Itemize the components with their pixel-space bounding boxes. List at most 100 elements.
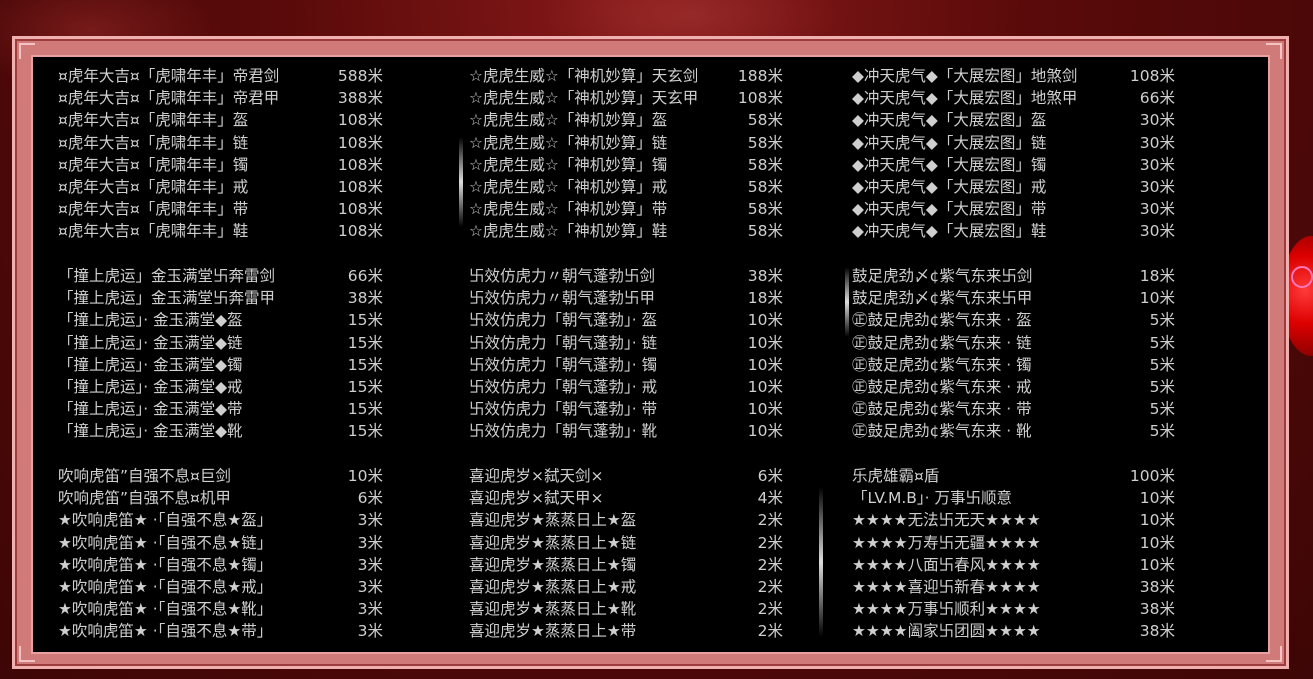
item-price: 30米 [1139, 222, 1175, 241]
item-name: ¤虎年大吉¤「虎啸年丰」盔 [58, 111, 249, 130]
item-name: ☆虎虎生威☆「神机妙算」盔 [469, 111, 668, 130]
item-name: ¤虎年大吉¤「虎啸年丰」帝君甲 [58, 89, 280, 108]
item-price: 2米 [757, 577, 783, 596]
price-row: ¤虎年大吉¤「虎啸年丰」带 108米 [58, 198, 383, 220]
column-divider [819, 487, 823, 637]
item-price: 15米 [347, 377, 383, 396]
item-price: 10米 [347, 467, 383, 485]
item-name: ★吹响虎笛★ ·「自强不息★带」 [58, 622, 273, 641]
item-price: 18米 [1139, 267, 1175, 285]
price-row: ★吹响虎笛★ ·「自强不息★镯」 3米 [58, 554, 383, 576]
item-price: 15米 [347, 333, 383, 352]
price-row: ㊣鼓足虎劲¢紫气东来 · 盔 5米 [852, 309, 1175, 331]
item-name: 卐效仿虎力「朝气蓬勃」· 带 [469, 400, 658, 419]
item-price: 38米 [1139, 622, 1175, 641]
price-row: 喜迎虎岁×弑天剑× 6米 [469, 465, 783, 487]
price-row: ◆冲天虎气◆「大展宏图」盔 30米 [852, 109, 1175, 131]
price-row: ★★★★喜迎卐新春★★★★ 38米 [852, 576, 1175, 598]
item-name: 卐效仿虎力「朝气蓬勃」· 靴 [469, 422, 658, 441]
item-price: 10米 [1139, 489, 1175, 508]
price-row: 「撞上虎运」· 金玉满堂◆链 15米 [58, 332, 383, 354]
price-row: ¤虎年大吉¤「虎啸年丰」帝君甲 388米 [58, 87, 383, 109]
item-price: 3米 [357, 555, 383, 574]
price-section: 乐虎雄霸¤盾 100米「LV.M.B」· 万事卐顺意 10米 ★★★★无法卐无天★★★… [852, 465, 1175, 643]
item-price: 100米 [1129, 467, 1175, 485]
price-row: 喜迎虎岁×弑天甲× 4米 [469, 487, 783, 509]
item-price: 5米 [1149, 377, 1175, 396]
price-row: ㊣鼓足虎劲¢紫气东来 · 带 5米 [852, 398, 1175, 420]
item-name: ¤虎年大吉¤「虎啸年丰」链 [58, 133, 249, 152]
item-price: 108米 [337, 222, 383, 241]
item-name: 「LV.M.B」· 万事卐顺意 [852, 489, 1013, 508]
price-row: 喜迎虎岁★蒸蒸日上★靴 2米 [469, 598, 783, 620]
item-price: 108米 [337, 111, 383, 130]
item-name: 「撞上虎运」· 金玉满堂◆带 [58, 400, 243, 419]
price-row: ★吹响虎笛★ ·「自强不息★盔」 3米 [58, 509, 383, 531]
price-row: ◆冲天虎气◆「大展宏图」地煞剑 108米 [852, 65, 1175, 87]
item-price: 3米 [357, 577, 383, 596]
price-row: ◆冲天虎气◆「大展宏图」地煞甲 66米 [852, 87, 1175, 109]
item-name: 乐虎雄霸¤盾 [852, 467, 940, 485]
price-row: ㊣鼓足虎劲¢紫气东来 · 靴 5米 [852, 420, 1175, 442]
item-name: ★吹响虎笛★ ·「自强不息★镯」 [58, 555, 273, 574]
item-price: 10米 [1139, 555, 1175, 574]
item-price: 10米 [747, 355, 783, 374]
item-name: ☆虎虎生威☆「神机妙算」天玄甲 [469, 89, 699, 108]
item-price: 108米 [337, 155, 383, 174]
price-row: ★★★★万寿卐无疆★★★★ 10米 [852, 532, 1175, 554]
item-price: 108米 [337, 200, 383, 219]
price-row: ¤虎年大吉¤「虎啸年丰」盔 108米 [58, 109, 383, 131]
item-name: ◆冲天虎气◆「大展宏图」盔 [852, 111, 1047, 130]
item-price: 58米 [747, 155, 783, 174]
item-price: 10米 [747, 377, 783, 396]
price-row: ㊣鼓足虎劲¢紫气东来 · 镯 5米 [852, 354, 1175, 376]
price-row: 卐效仿虎力「朝气蓬勃」· 盔 10米 [469, 309, 783, 331]
price-row: 「撞上虎运」金玉满堂卐奔雷剑 66米 [58, 265, 383, 287]
item-name: ◆冲天虎气◆「大展宏图」鞋 [852, 222, 1047, 241]
item-price: 15米 [347, 311, 383, 330]
price-row: ¤虎年大吉¤「虎啸年丰」链 108米 [58, 132, 383, 154]
item-price: 6米 [757, 467, 783, 485]
price-row: ☆虎虎生威☆「神机妙算」带 58米 [469, 198, 783, 220]
item-price: 30米 [1139, 177, 1175, 196]
item-price: 58米 [747, 133, 783, 152]
item-price: 108米 [337, 177, 383, 196]
item-price: 388米 [337, 89, 383, 108]
item-name: ㊣鼓足虎劲¢紫气东来 · 带 [852, 400, 1032, 419]
item-name: ㊣鼓足虎劲¢紫气东来 · 盔 [852, 311, 1032, 330]
item-name: ◆冲天虎气◆「大展宏图」带 [852, 200, 1047, 219]
item-price: 5米 [1149, 355, 1175, 374]
item-name: ★★★★无法卐无天★★★★ [852, 511, 1041, 530]
price-row: 卐效仿虎力「朝气蓬勃」· 靴 10米 [469, 420, 783, 442]
price-row: 卐效仿虎力〃朝气蓬勃卐剑 38米 [469, 265, 783, 287]
price-row: ☆虎虎生威☆「神机妙算」天玄甲 108米 [469, 87, 783, 109]
price-section: 吹响虎笛”自强不息¤巨剑 10米 吹响虎笛”自强不息¤机甲 6米 ★吹响虎笛★ ·「自强… [58, 465, 383, 643]
item-name: ㊣鼓足虎劲¢紫气东来 · 链 [852, 333, 1032, 352]
item-name: ☆虎虎生威☆「神机妙算」镯 [469, 155, 668, 174]
item-name: ◆冲天虎气◆「大展宏图」链 [852, 133, 1047, 152]
item-name: 卐效仿虎力「朝气蓬勃」· 戒 [469, 377, 658, 396]
item-name: ☆虎虎生威☆「神机妙算」带 [469, 200, 668, 219]
price-row: ◆冲天虎气◆「大展宏图」鞋 30米 [852, 220, 1175, 242]
price-row: ㊣鼓足虎劲¢紫气东来 · 链 5米 [852, 332, 1175, 354]
item-name: ★吹响虎笛★ ·「自强不息★盔」 [58, 511, 273, 530]
item-price: 5米 [1149, 311, 1175, 330]
item-price: 10米 [1139, 511, 1175, 530]
item-price: 108米 [1129, 67, 1175, 85]
price-row: 喜迎虎岁★蒸蒸日上★镯 2米 [469, 554, 783, 576]
item-name: 「撞上虎运」· 金玉满堂◆戒 [58, 377, 243, 396]
item-name: 「撞上虎运」· 金玉满堂◆盔 [58, 311, 243, 330]
price-row: ★吹响虎笛★ ·「自强不息★戒」 3米 [58, 576, 383, 598]
item-name: 鼓足虎劲〆¢紫气东来卐剑 [852, 267, 1033, 285]
item-name: ☆虎虎生威☆「神机妙算」戒 [469, 177, 668, 196]
item-price: 3米 [357, 600, 383, 619]
price-row: ★★★★八面卐春风★★★★ 10米 [852, 554, 1175, 576]
price-row: ★吹响虎笛★ ·「自强不息★带」 3米 [58, 620, 383, 642]
item-name: 卐效仿虎力「朝气蓬勃」· 链 [469, 333, 658, 352]
price-row: ¤虎年大吉¤「虎啸年丰」帝君剑 588米 [58, 65, 383, 87]
item-price: 6米 [357, 489, 383, 508]
item-name: 喜迎虎岁★蒸蒸日上★盔 [469, 511, 637, 530]
item-price: 30米 [1139, 111, 1175, 130]
item-price: 30米 [1139, 133, 1175, 152]
price-row: ★★★★阖家卐团圆★★★★ 38米 [852, 620, 1175, 642]
